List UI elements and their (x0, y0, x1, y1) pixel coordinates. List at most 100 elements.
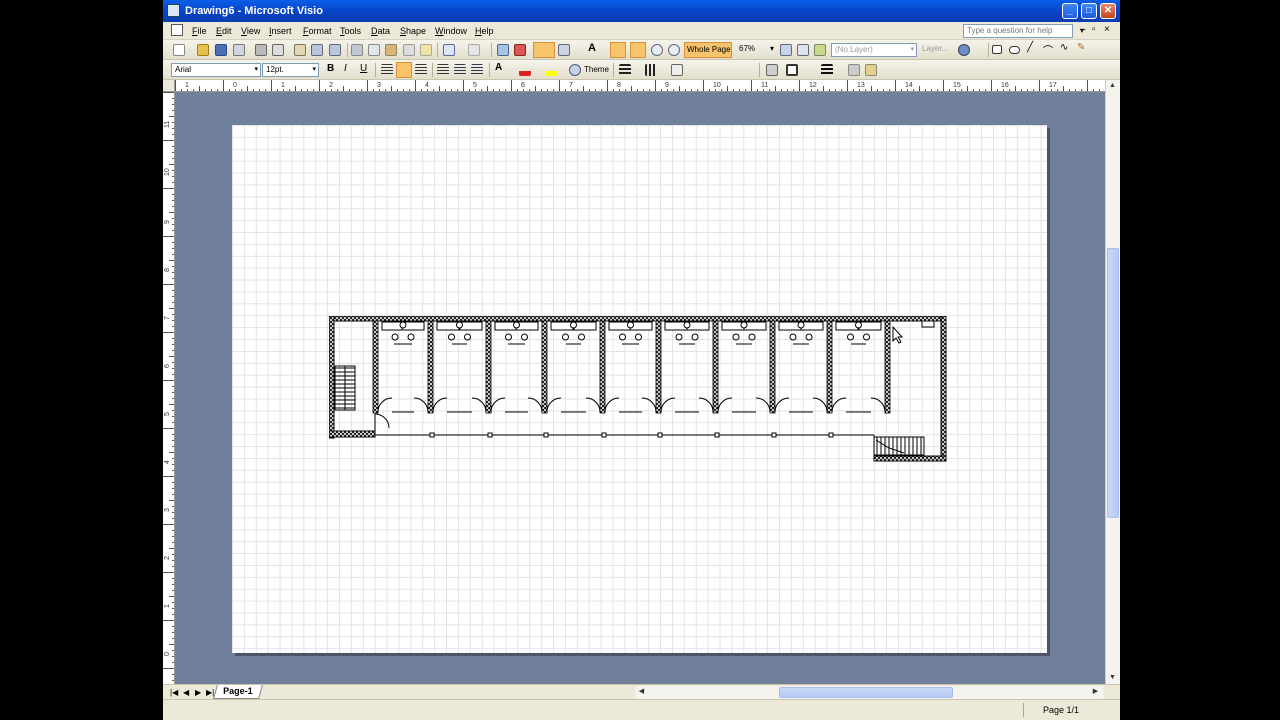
menu-insert[interactable]: Insert (269, 26, 292, 36)
font-combo[interactable]: Arial ▾ (171, 63, 261, 77)
doc-close-button[interactable]: × (1104, 24, 1110, 35)
ellipse-tool-icon[interactable] (1009, 46, 1020, 54)
decrease-indent-icon[interactable] (454, 64, 466, 76)
bullets-icon[interactable] (437, 64, 449, 76)
zoom-level[interactable]: 67% (739, 44, 755, 53)
help-search-box[interactable]: Type a question for help ▾ (963, 24, 1084, 38)
new-icon[interactable] (173, 44, 185, 56)
menu-edit[interactable]: Edit (216, 26, 232, 36)
theme-button[interactable]: Theme (584, 65, 609, 74)
floor-plan-drawing[interactable] (329, 316, 949, 464)
open-folder-icon[interactable] (197, 44, 209, 56)
chevron-down-icon[interactable]: ▾ (254, 65, 258, 73)
menu-format[interactable]: Format (303, 26, 332, 36)
print-preview-icon[interactable] (272, 44, 284, 56)
print-icon[interactable] (255, 44, 267, 56)
shadow-icon[interactable] (848, 64, 860, 76)
italic-button[interactable]: I (344, 63, 347, 74)
shapes-window-icon[interactable] (780, 44, 792, 56)
next-page-icon[interactable]: ▶ (195, 688, 201, 697)
zoom-out-icon[interactable] (651, 44, 663, 56)
connector-tool-icon[interactable] (558, 44, 570, 56)
maximize-button[interactable]: □ (1081, 3, 1097, 19)
tab-page-1[interactable]: Page-1 (213, 685, 263, 699)
line-weight-icon[interactable] (619, 64, 631, 76)
scroll-left-icon[interactable]: ◀ (635, 686, 648, 699)
redo-icon[interactable] (468, 44, 480, 56)
shapes-icon[interactable] (497, 44, 509, 56)
research-icon[interactable] (311, 44, 323, 56)
chevron-down-icon[interactable]: ▾ (770, 44, 774, 53)
scroll-right-icon[interactable]: ▶ (1089, 686, 1102, 699)
document-icon[interactable] (171, 24, 183, 36)
bold-button[interactable]: B (327, 63, 334, 74)
menu-help[interactable]: Help (475, 26, 494, 36)
spelling-icon[interactable] (294, 44, 306, 56)
drawing-canvas[interactable] (175, 92, 1105, 684)
pan-zoom-button[interactable] (610, 42, 626, 58)
rectangle-tool-icon[interactable] (992, 45, 1002, 54)
align-center-button[interactable] (396, 62, 412, 78)
copy-icon[interactable] (368, 44, 380, 56)
layer-properties-button[interactable]: Layer... (922, 44, 948, 53)
title-bar[interactable]: Drawing6 - Microsoft Visio _ □ ✕ (163, 0, 1120, 22)
fill-pattern-icon[interactable] (865, 64, 877, 76)
minimize-button[interactable]: _ (1062, 3, 1078, 19)
pan-button[interactable] (630, 42, 646, 58)
scroll-up-icon[interactable]: ▲ (1106, 80, 1119, 92)
text-color-icon[interactable]: A (495, 62, 502, 73)
horizontal-scroll-thumb[interactable] (779, 687, 953, 698)
line-ends-icon[interactable] (671, 64, 683, 76)
undo-icon[interactable] (443, 44, 455, 56)
first-page-icon[interactable]: |◀ (170, 688, 178, 697)
menu-file[interactable]: File (192, 26, 207, 36)
help-icon[interactable] (958, 44, 970, 56)
crop-icon[interactable] (786, 64, 798, 76)
line-color-icon[interactable] (519, 64, 531, 76)
text-tool-icon[interactable]: A (588, 42, 596, 54)
layer-combo[interactable]: (No Layer) ▾ (831, 43, 917, 57)
horizontal-scrollbar[interactable]: ◀ ▶ (635, 686, 1103, 699)
align-right-icon[interactable] (415, 64, 427, 76)
layers-icon[interactable] (814, 44, 826, 56)
line-pattern-icon[interactable] (645, 64, 657, 76)
connector-icon[interactable] (514, 44, 526, 56)
pan-zoom-window-icon[interactable] (797, 44, 809, 56)
menu-shape[interactable]: Shape (400, 26, 426, 36)
pencil-tool-icon[interactable]: ✎ (1077, 42, 1085, 53)
font-size-combo[interactable]: 12pt. ▾ (262, 63, 319, 77)
permission-icon[interactable] (233, 44, 245, 56)
visio-app-icon[interactable] (167, 4, 180, 17)
format-painter-icon[interactable] (420, 44, 432, 56)
line-weight-2-icon[interactable] (821, 64, 833, 76)
chevron-down-icon[interactable]: ▾ (910, 45, 914, 53)
doc-restore-button[interactable]: ▫ (1092, 24, 1096, 35)
menu-tools[interactable]: Tools (340, 26, 361, 36)
delete-icon[interactable] (403, 44, 415, 56)
freeform-tool-icon[interactable]: ∿ (1060, 42, 1068, 53)
doc-minimize-button[interactable]: – (1080, 24, 1086, 35)
menu-data[interactable]: Data (371, 26, 390, 36)
vertical-scroll-thumb[interactable] (1107, 248, 1119, 518)
align-left-icon[interactable] (381, 64, 393, 76)
cut-icon[interactable] (351, 44, 363, 56)
drawing-page[interactable] (232, 125, 1047, 653)
scroll-down-icon[interactable]: ▼ (1106, 672, 1119, 684)
close-button[interactable]: ✕ (1100, 3, 1116, 19)
underline-button[interactable]: U (360, 63, 367, 74)
image-icon[interactable] (766, 64, 778, 76)
pointer-tool-button[interactable] (533, 42, 555, 58)
find-icon[interactable] (329, 44, 341, 56)
save-icon[interactable] (215, 44, 227, 56)
theme-icon[interactable] (569, 64, 581, 76)
increase-indent-icon[interactable] (471, 64, 483, 76)
paste-icon[interactable] (385, 44, 397, 56)
line-tool-icon[interactable]: ╱ (1027, 42, 1033, 53)
chevron-down-icon[interactable]: ▾ (312, 65, 316, 73)
menu-window[interactable]: Window (435, 26, 467, 36)
previous-page-icon[interactable]: ◀ (183, 688, 189, 697)
fill-color-icon[interactable] (545, 64, 557, 76)
menu-view[interactable]: View (241, 26, 260, 36)
vertical-scrollbar[interactable]: ▲ ▼ (1105, 80, 1120, 684)
arc-tool-icon[interactable]: ⌒ (1043, 42, 1053, 57)
